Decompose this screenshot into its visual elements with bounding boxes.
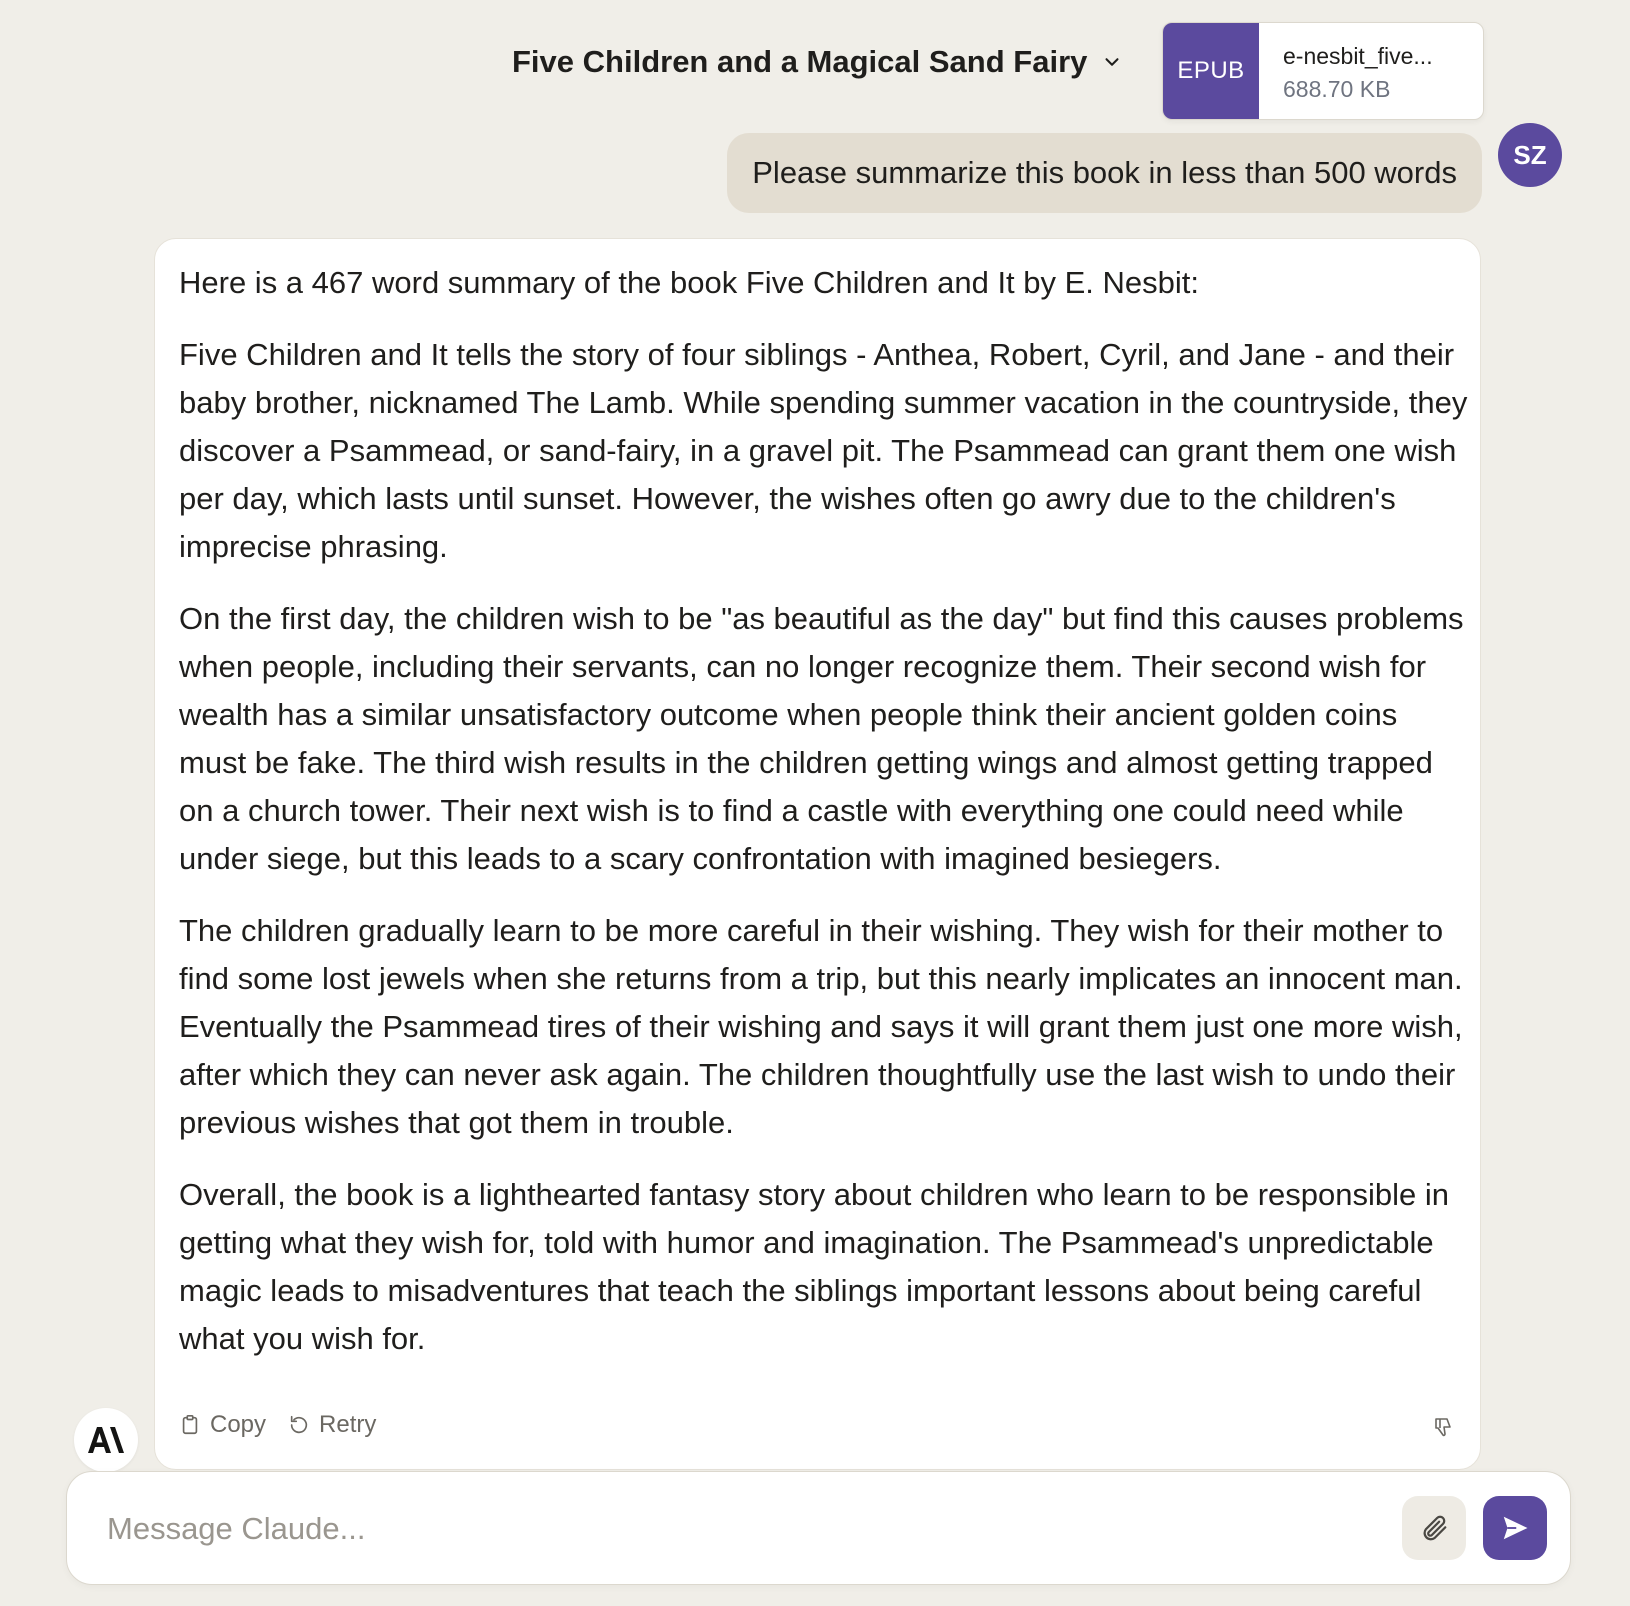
user-avatar[interactable]: SZ bbox=[1498, 123, 1562, 187]
conversation-title-dropdown[interactable]: Five Children and a Magical Sand Fairy bbox=[512, 44, 1123, 80]
retry-label: Retry bbox=[319, 1411, 377, 1438]
assistant-message: Here is a 467 word summary of the book F… bbox=[154, 238, 1481, 1470]
assistant-message-text: Here is a 467 word summary of the book F… bbox=[179, 259, 1469, 1387]
claude-logo bbox=[74, 1408, 138, 1472]
send-icon bbox=[1503, 1516, 1528, 1540]
retry-button[interactable]: Retry bbox=[288, 1411, 376, 1439]
copy-label: Copy bbox=[210, 1411, 267, 1438]
message-actions: Copy Retry bbox=[179, 1411, 376, 1439]
message-composer bbox=[66, 1471, 1571, 1585]
thumbs-down-icon[interactable] bbox=[1432, 1415, 1456, 1439]
summary-paragraph: Overall, the book is a lighthearted fant… bbox=[179, 1177, 1450, 1356]
chevron-down-icon bbox=[1105, 58, 1119, 66]
retry-icon bbox=[290, 1415, 308, 1434]
paperclip-icon bbox=[1423, 1515, 1447, 1541]
summary-paragraph: The children gradually learn to be more … bbox=[179, 913, 1463, 1140]
message-input[interactable] bbox=[105, 1502, 1409, 1556]
summary-paragraph: On the first day, the children wish to b… bbox=[179, 601, 1464, 876]
clipboard-icon bbox=[182, 1415, 198, 1435]
file-name: e-nesbit_five... bbox=[1283, 43, 1433, 69]
anthropic-logo-icon bbox=[88, 1427, 124, 1453]
user-message: Please summarize this book in less than … bbox=[727, 133, 1482, 213]
attachment-card[interactable]: EPUB e-nesbit_five... 688.70 KB bbox=[1162, 22, 1484, 120]
attach-button[interactable] bbox=[1402, 1496, 1466, 1560]
file-size: 688.70 KB bbox=[1283, 76, 1391, 102]
copy-button[interactable]: Copy bbox=[179, 1411, 266, 1439]
file-type-badge: EPUB bbox=[1163, 23, 1259, 119]
file-info: e-nesbit_five... 688.70 KB bbox=[1259, 23, 1433, 119]
summary-intro: Here is a 467 word summary of the book F… bbox=[179, 265, 1200, 300]
conversation-title: Five Children and a Magical Sand Fairy bbox=[512, 44, 1088, 79]
send-button[interactable] bbox=[1483, 1496, 1547, 1560]
summary-paragraph: Five Children and It tells the story of … bbox=[179, 337, 1468, 564]
header: Five Children and a Magical Sand Fairy E… bbox=[0, 20, 1630, 120]
